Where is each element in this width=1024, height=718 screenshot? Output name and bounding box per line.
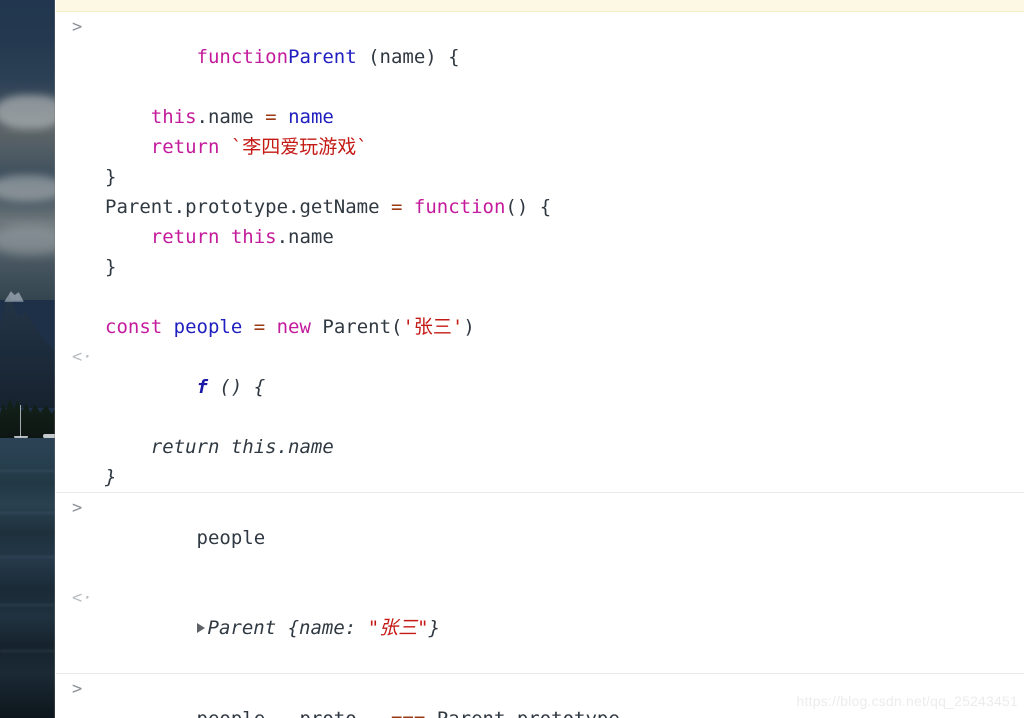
token-people-variable: people [162, 316, 254, 338]
prompt-arrow-icon: > [72, 679, 83, 699]
token-people-expression: people [196, 527, 266, 549]
console-output-line: } [56, 462, 1024, 492]
wallpaper-ripple [0, 512, 55, 514]
wallpaper-lake [0, 438, 55, 718]
notice-strip [56, 0, 1024, 12]
token-close-brace: } [105, 166, 117, 188]
console-input-line[interactable]: > functionParent (name) { [56, 12, 1024, 102]
token-close-brace: } [105, 256, 117, 278]
token-assign-operator: = [265, 106, 277, 128]
wallpaper-ripple [0, 470, 55, 472]
wallpaper-cloud [0, 175, 55, 201]
prompt-arrow-icon: > [72, 498, 83, 518]
token-close-paren: ) [463, 316, 475, 338]
token-object-close: } [428, 617, 441, 639]
wallpaper-ripple [0, 650, 55, 652]
console-input-line: this.name = name [56, 102, 1024, 132]
token-params: (name) { [356, 46, 460, 68]
token-prototype-path: Parent.prototype.getName [105, 196, 391, 218]
token-function-result-close: } [105, 466, 117, 488]
token-proto-lhs: people.__proto__ [197, 708, 391, 718]
token-function-result-sig: () { [207, 376, 266, 398]
token-this-keyword: this [150, 106, 197, 128]
console-entry-source[interactable]: > functionParent (name) { this.name = nam… [56, 12, 1024, 493]
console-input-line: } [56, 162, 1024, 192]
devtools-console[interactable]: > functionParent (name) { this.name = nam… [56, 12, 1024, 718]
token-new-keyword: new [265, 316, 311, 338]
token-object-key: name: [299, 617, 368, 639]
watermark: https://blog.csdn.net/qq_25243451 [796, 693, 1018, 709]
wallpaper-panel-edge [54, 0, 55, 718]
token-object-value: "张三" [367, 617, 429, 639]
console-input-line: return `李四爱玩游戏` [56, 132, 1024, 162]
console-entry-people[interactable]: > people <· Parent {name: "张三"} [56, 493, 1024, 674]
token-object-constructor: Parent [207, 617, 288, 639]
token-function-keyword: function [402, 196, 506, 218]
wallpaper-ripple [0, 604, 55, 606]
console-input-line: return this.name [56, 222, 1024, 252]
console-output-line[interactable]: <· f () { [56, 342, 1024, 432]
token-return-keyword: return [150, 226, 220, 248]
wallpaper-sailboat-mast [20, 405, 21, 437]
token-function-result-f: f [196, 376, 208, 398]
token-strict-equality-operator: === [391, 708, 425, 718]
desktop-wallpaper [0, 0, 55, 718]
token-assign-operator: = [390, 196, 403, 218]
token-function-result-body: return this.name [105, 436, 334, 458]
token-open-brace: () { [505, 196, 552, 218]
token-name-property: .name [196, 106, 266, 128]
console-input-line: } [56, 252, 1024, 282]
console-input-line: Parent.prototype.getName = function() { [56, 192, 1024, 222]
token-object-open: { [287, 617, 300, 639]
token-return-keyword: return [150, 136, 220, 158]
token-string-literal: '张三' [402, 316, 464, 338]
token-assign-operator: = [253, 316, 266, 338]
screen-root: > functionParent (name) { this.name = nam… [0, 0, 1024, 718]
expand-triangle-icon[interactable] [196, 623, 205, 633]
token-name-property: .name [276, 226, 334, 248]
console-input-line: const people = new Parent('张三') [56, 312, 1024, 342]
token-template-string: `李四爱玩游戏` [219, 136, 368, 158]
wallpaper-ripple [0, 556, 55, 558]
token-parent-call: Parent( [310, 316, 403, 338]
wallpaper-cloud [0, 225, 55, 255]
wallpaper-cloud [0, 95, 55, 129]
token-this-keyword: this [219, 226, 277, 248]
token-proto-rhs: Parent.prototype [425, 708, 620, 718]
console-input-line[interactable]: > people [56, 493, 1024, 583]
output-arrow-icon: <· [72, 588, 93, 608]
prompt-arrow-icon: > [72, 17, 83, 37]
console-output-line[interactable]: <· Parent {name: "张三"} [56, 583, 1024, 673]
console-output-line: return this.name [56, 432, 1024, 462]
token-function-keyword: function [196, 46, 289, 68]
token-const-keyword: const [105, 316, 163, 338]
token-parent-identifier: Parent [288, 46, 357, 68]
token-name-variable: name [276, 106, 334, 128]
output-arrow-icon: <· [72, 347, 93, 367]
wallpaper-sky [0, 0, 55, 300]
